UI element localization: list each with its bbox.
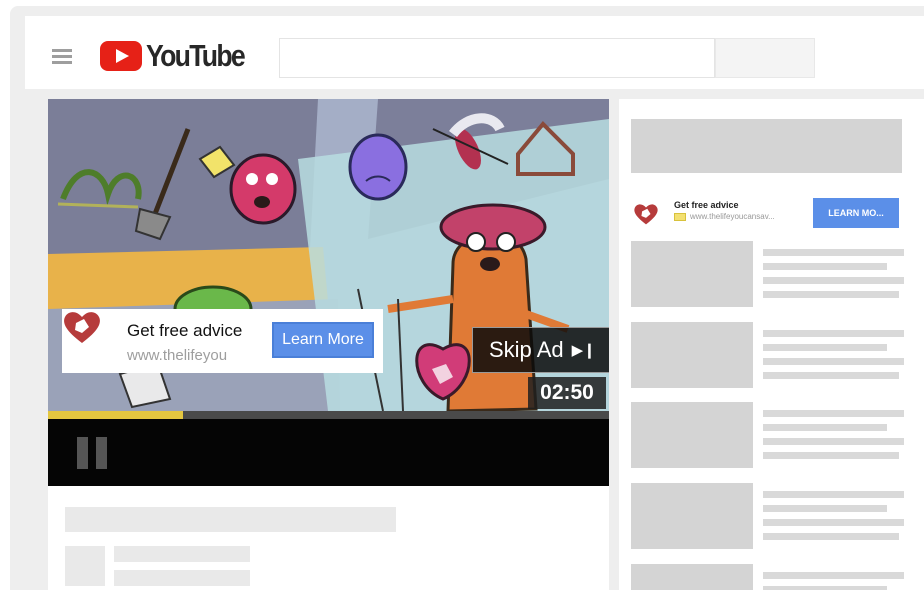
text-placeholder — [763, 572, 904, 579]
text-placeholder — [763, 533, 899, 540]
youtube-play-icon — [100, 41, 142, 71]
sidebar-ad-title[interactable]: Get free advice — [674, 200, 739, 210]
skip-ad-label: Skip Ad — [489, 337, 564, 362]
video-player[interactable]: Get free advice www.thelifeyou Learn Mor… — [48, 99, 609, 486]
text-placeholder — [763, 438, 904, 445]
progress-fill — [48, 411, 183, 419]
text-placeholder — [763, 277, 904, 284]
thumbnail-placeholder — [631, 564, 753, 590]
channel-placeholder — [114, 546, 250, 562]
ad-title[interactable]: Get free advice — [127, 321, 257, 341]
avatar-placeholder — [65, 546, 105, 586]
title-placeholder — [65, 507, 396, 532]
thumbnail-placeholder — [631, 241, 753, 307]
text-placeholder — [763, 424, 887, 431]
hamburger-menu-icon[interactable] — [52, 49, 72, 65]
sidebar-ad-url[interactable]: www.thelifeyoucansav... — [690, 212, 812, 221]
text-placeholder — [763, 330, 904, 337]
pause-icon[interactable] — [77, 437, 109, 469]
player-controls — [48, 419, 609, 486]
text-placeholder — [763, 586, 887, 590]
thumbnail-placeholder — [631, 322, 753, 388]
search-button[interactable] — [715, 38, 815, 78]
ad-badge-icon — [674, 213, 686, 221]
learn-more-button[interactable]: Learn More — [272, 322, 374, 358]
text-placeholder — [763, 505, 887, 512]
heart-hand-logo-icon — [634, 204, 658, 225]
ad-url[interactable]: www.thelifeyou — [127, 347, 257, 364]
search-input[interactable] — [279, 38, 715, 78]
time-remaining: 02:50 — [528, 377, 606, 409]
sidebar-learn-more-button[interactable]: LEARN MO... — [813, 198, 899, 228]
sidebar: Get free advice www.thelifeyoucansav... … — [619, 99, 924, 590]
text-placeholder — [763, 249, 904, 256]
progress-bar[interactable] — [48, 411, 609, 419]
text-placeholder — [763, 452, 899, 459]
text-placeholder — [763, 291, 899, 298]
text-placeholder — [763, 358, 904, 365]
text-placeholder — [763, 344, 887, 351]
text-placeholder — [763, 410, 904, 417]
text-placeholder — [763, 263, 887, 270]
sidebar-banner-placeholder — [631, 119, 902, 173]
browser-frame: YouTube Get free advice www.thelifeyou L… — [10, 6, 924, 590]
youtube-logo[interactable]: YouTube — [100, 38, 260, 73]
thumbnail-placeholder — [631, 402, 753, 468]
text-placeholder — [763, 519, 904, 526]
masthead: YouTube — [25, 16, 924, 89]
skip-ad-button[interactable]: Skip Ad ▶❙ — [472, 327, 609, 373]
heart-hand-logo-icon — [64, 312, 100, 343]
thumbnail-placeholder — [631, 483, 753, 549]
skip-next-icon: ▶❙ — [571, 342, 596, 359]
video-info-placeholder — [48, 486, 609, 590]
subs-placeholder — [114, 570, 250, 586]
ad-overlay-card[interactable]: Get free advice www.thelifeyou Learn Mor… — [62, 309, 383, 373]
text-placeholder — [763, 491, 904, 498]
text-placeholder — [763, 372, 899, 379]
logo-text: YouTube — [146, 38, 246, 73]
video-frame[interactable]: Get free advice www.thelifeyou Learn Mor… — [48, 99, 609, 411]
